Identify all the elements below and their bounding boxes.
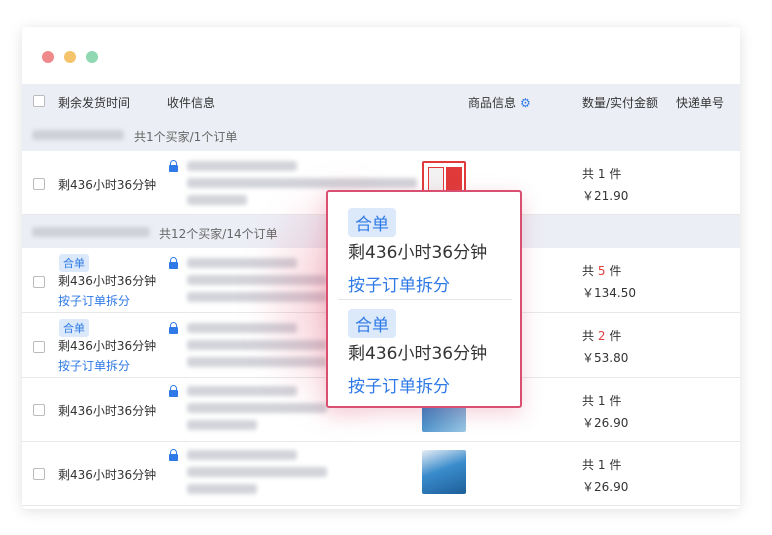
quantity: 共 1 件	[582, 394, 622, 408]
close-window-dot[interactable]	[42, 51, 54, 63]
quantity: 共 2 件	[582, 329, 622, 343]
product-thumbnail[interactable]	[422, 450, 466, 494]
lock-icon	[169, 449, 178, 461]
split-by-suborder-link[interactable]: 按子订单拆分	[58, 357, 130, 374]
quantity: 共 1 件	[582, 458, 622, 472]
blurred-receiver-line	[187, 484, 257, 494]
header-goods-info: 商品信息 ⚙	[468, 96, 531, 110]
lock-icon	[169, 160, 178, 172]
split-by-suborder-link[interactable]: 按子订单拆分	[348, 271, 450, 296]
remaining-time: 剩436小时36分钟	[58, 468, 157, 482]
merged-order-tag: 合单	[59, 254, 89, 272]
remaining-time: 剩436小时36分钟	[348, 344, 488, 364]
blurred-receiver-line	[187, 450, 297, 460]
split-by-suborder-link[interactable]: 按子订单拆分	[58, 292, 130, 309]
row-checkbox[interactable]	[33, 178, 45, 190]
group-count: 共1个买家/1个订单	[134, 130, 238, 144]
split-by-suborder-link[interactable]: 按子订单拆分	[348, 372, 450, 397]
remaining-time: 剩436小时36分钟	[58, 339, 157, 353]
table-header: 剩余发货时间 收件信息 商品信息 ⚙ 数量/实付金额 快递单号	[22, 84, 740, 118]
paid-amount: ￥26.90	[582, 480, 629, 494]
row-checkbox[interactable]	[33, 404, 45, 416]
lock-icon	[169, 322, 178, 334]
merged-order-tag: 合单	[348, 309, 396, 338]
group-header: 共1个买家/1个订单	[22, 118, 740, 151]
remaining-time: 剩436小时36分钟	[58, 274, 157, 288]
quantity: 共 5 件	[582, 264, 622, 278]
blurred-receiver-line	[187, 467, 327, 477]
zoomed-callout: 合单 剩436小时36分钟 按子订单拆分 合单 剩436小时36分钟 按子订单拆…	[326, 190, 522, 408]
remaining-time: 剩436小时36分钟	[348, 243, 488, 263]
minimize-window-dot[interactable]	[64, 51, 76, 63]
select-all-checkbox[interactable]	[33, 95, 45, 107]
merged-order-tag: 合单	[348, 208, 396, 237]
table-row[interactable]: 剩436小时36分钟 共 1 件 ￥26.90	[22, 442, 740, 506]
remaining-time: 剩436小时36分钟	[58, 178, 157, 192]
title-bar	[22, 27, 740, 84]
row-checkbox[interactable]	[33, 276, 45, 288]
paid-amount: ￥21.90	[582, 189, 629, 203]
blurred-receiver-line	[187, 420, 257, 430]
merged-order-tag: 合单	[59, 319, 89, 337]
product-thumbnail[interactable]	[422, 406, 466, 432]
paid-amount: ￥134.50	[582, 286, 636, 300]
header-receiver-info: 收件信息	[167, 96, 216, 110]
gear-icon[interactable]: ⚙	[520, 96, 531, 110]
row-checkbox[interactable]	[33, 341, 45, 353]
header-quantity-amount: 数量/实付金额	[582, 96, 659, 110]
maximize-window-dot[interactable]	[86, 51, 98, 63]
header-express-number: 快递单号	[676, 96, 725, 110]
paid-amount: ￥26.90	[582, 416, 629, 430]
row-checkbox[interactable]	[33, 468, 45, 480]
paid-amount: ￥53.80	[582, 351, 629, 365]
header-remaining-time: 剩余发货时间	[58, 96, 131, 110]
quantity: 共 1 件	[582, 167, 622, 181]
remaining-time: 剩436小时36分钟	[58, 404, 157, 418]
blurred-shop-name	[32, 130, 124, 140]
blurred-shop-name	[32, 227, 150, 237]
lock-icon	[169, 385, 178, 397]
callout-divider	[338, 299, 512, 300]
blurred-receiver-line	[187, 195, 247, 205]
lock-icon	[169, 257, 178, 269]
